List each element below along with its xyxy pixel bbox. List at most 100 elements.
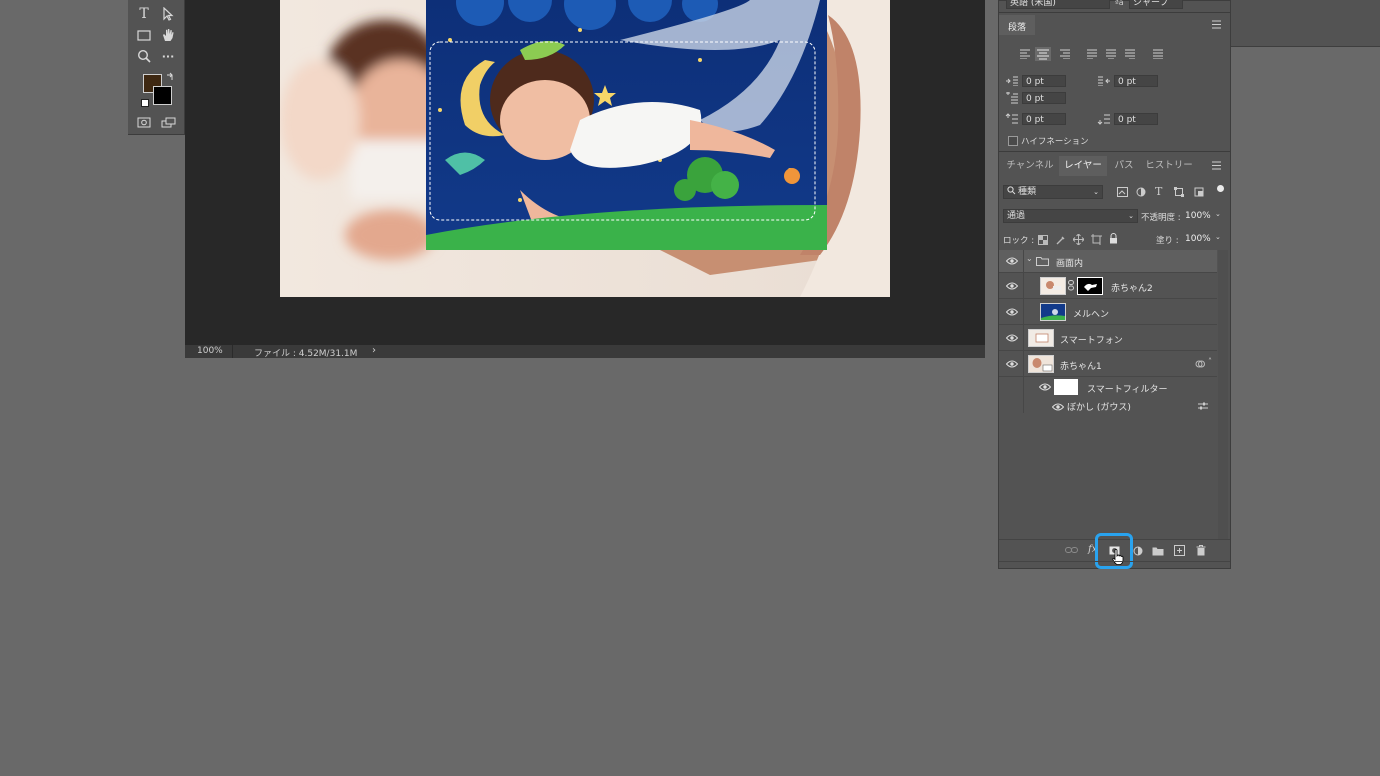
layer-thumbnail[interactable] (1028, 329, 1054, 347)
folder-icon (1036, 256, 1049, 269)
indent-right-field[interactable]: 0 pt (1114, 75, 1158, 87)
adjustment-icon[interactable] (1133, 546, 1143, 559)
filter-smart-object-icon[interactable] (1194, 187, 1204, 200)
swap-colors-icon[interactable] (166, 72, 175, 84)
layer-row-normal[interactable]: メルヘン (999, 299, 1217, 325)
options-strip (1230, 0, 1380, 47)
pointer-hand-icon (1112, 549, 1124, 568)
document-canvas[interactable] (280, 0, 890, 297)
layer-name[interactable]: 画面内 (1056, 256, 1083, 269)
paragraph-tab[interactable]: 段落 (999, 15, 1035, 35)
tab-layers[interactable]: レイヤー (1059, 156, 1107, 176)
hyphenation-label: ハイフネーション (1021, 137, 1089, 147)
justify-right-icon[interactable] (1124, 49, 1136, 62)
lock-position-icon[interactable] (1072, 233, 1085, 248)
fill-value[interactable]: 100% (1185, 234, 1211, 244)
indent-left-field[interactable]: 0 pt (1022, 75, 1066, 87)
panel-divider (999, 561, 1230, 562)
opacity-value[interactable]: 100% (1185, 211, 1211, 221)
layer-name[interactable]: 赤ちゃん2 (1111, 281, 1153, 294)
lock-all-icon[interactable] (1109, 233, 1118, 247)
path-select-tool-icon[interactable] (158, 5, 178, 23)
eye-icon[interactable] (1006, 308, 1018, 316)
filter-type-icon[interactable]: T (1155, 185, 1162, 198)
eye-icon[interactable] (1006, 334, 1018, 342)
opacity-label: 不透明度 : (1141, 213, 1181, 223)
lock-artboard-icon[interactable] (1091, 234, 1102, 248)
space-after-value: 0 pt (1118, 115, 1136, 125)
tab-channels-label: チャンネル (1006, 160, 1054, 171)
chevron-up-icon[interactable]: ˄ (1208, 357, 1212, 366)
layers-panel-menu-icon[interactable] (1211, 161, 1222, 173)
filter-pixel-icon[interactable] (1117, 187, 1128, 200)
new-layer-icon[interactable] (1174, 545, 1185, 559)
rectangle-tool-icon[interactable] (134, 26, 154, 44)
layers-scrollbar[interactable] (1218, 250, 1228, 540)
zoom-tool-icon[interactable] (134, 47, 154, 65)
layer-thumbnail[interactable] (1040, 277, 1066, 295)
more-tools-icon[interactable]: ··· (158, 47, 178, 65)
tab-channels[interactable]: チャンネル (1001, 156, 1059, 176)
trash-icon[interactable] (1196, 545, 1206, 559)
layer-mask-thumbnail[interactable] (1077, 277, 1103, 295)
filter-item-row[interactable]: ぼかし (ガウス) (999, 397, 1217, 415)
eye-icon[interactable] (1006, 282, 1018, 290)
hyphenation-checkbox[interactable] (1008, 136, 1018, 146)
screen-mode-icon[interactable] (158, 113, 178, 131)
layer-filter-select[interactable]: 種類 ⌄ (1003, 185, 1103, 199)
layer-name[interactable]: スマートフィルター (1087, 382, 1168, 395)
filter-toggle-icon[interactable] (1217, 185, 1224, 192)
fill-dropdown-icon[interactable]: ⌄ (1215, 233, 1221, 241)
layer-thumbnail[interactable] (1040, 303, 1066, 321)
space-after-field[interactable]: 0 pt (1114, 113, 1158, 125)
space-before-field[interactable]: 0 pt (1022, 113, 1066, 125)
filter-mask-thumbnail[interactable] (1054, 379, 1078, 395)
panel-menu-icon[interactable] (1211, 20, 1222, 32)
indent-first-field[interactable]: 0 pt (1022, 92, 1066, 104)
link-icon[interactable] (1065, 546, 1078, 558)
blend-mode-select[interactable]: 通過 ⌄ (1003, 209, 1138, 223)
default-colors-icon[interactable] (141, 99, 149, 107)
layer-row-smart[interactable]: 赤ちゃん1 ˄ (999, 351, 1217, 377)
language-select[interactable]: 英語 (米国) (1006, 0, 1110, 9)
chain-link-icon[interactable] (1068, 280, 1074, 294)
eye-icon[interactable] (1006, 360, 1018, 368)
tab-history[interactable]: ヒストリー (1141, 156, 1197, 176)
layer-row-group[interactable]: ⌄ 画面内 (999, 250, 1217, 273)
eye-icon[interactable] (1006, 257, 1018, 265)
justify-left-icon[interactable] (1086, 49, 1098, 62)
indent-first-icon (1005, 92, 1019, 107)
folder-icon[interactable] (1152, 546, 1164, 559)
filter-options-icon[interactable] (1198, 402, 1208, 414)
chevron-down-icon[interactable]: ⌄ (1026, 254, 1033, 263)
align-right-icon[interactable] (1059, 49, 1071, 62)
quick-mask-icon[interactable] (134, 113, 154, 131)
layer-row-normal[interactable]: スマートフォン (999, 325, 1217, 351)
eye-icon[interactable] (1052, 403, 1064, 411)
filter-adjustment-icon[interactable] (1136, 187, 1146, 200)
justify-all-icon[interactable] (1152, 49, 1164, 62)
filter-shape-icon[interactable] (1174, 187, 1184, 200)
status-menu-arrow[interactable]: › (372, 345, 376, 356)
layer-row-masked[interactable]: 赤ちゃん2 (999, 273, 1217, 299)
layer-name[interactable]: スマートフォン (1060, 333, 1123, 346)
background-color-swatch[interactable] (153, 86, 172, 105)
layer-name[interactable]: メルヘン (1073, 307, 1109, 320)
eye-icon[interactable] (1039, 383, 1051, 391)
antialias-select[interactable]: シャープ (1129, 0, 1183, 9)
align-center-icon[interactable] (1035, 47, 1051, 61)
justify-center-icon[interactable] (1105, 49, 1117, 62)
layer-name[interactable]: 赤ちゃん1 (1060, 359, 1102, 372)
lock-image-icon[interactable] (1056, 235, 1066, 248)
layer-thumbnail[interactable] (1028, 355, 1054, 373)
search-icon (1007, 186, 1016, 200)
type-tool-icon[interactable]: T (134, 5, 154, 23)
tab-paths[interactable]: パス (1109, 156, 1139, 176)
opacity-dropdown-icon[interactable]: ⌄ (1215, 210, 1221, 218)
align-left-icon[interactable] (1019, 49, 1031, 62)
layer-name[interactable]: ぼかし (ガウス) (1067, 400, 1131, 413)
smart-filter-row[interactable]: スマートフィルター (999, 377, 1217, 413)
zoom-level[interactable]: 100% (197, 346, 223, 356)
hand-tool-icon[interactable] (158, 26, 178, 44)
lock-transparent-icon[interactable] (1038, 235, 1048, 248)
